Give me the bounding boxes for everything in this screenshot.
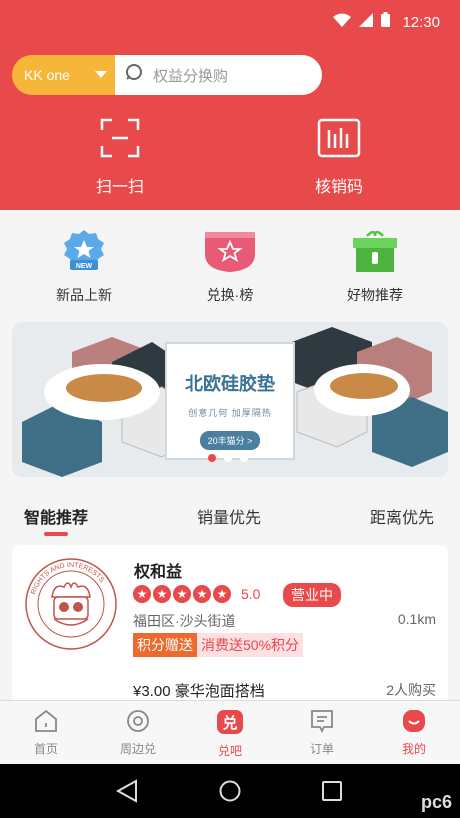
nav-label: 周边兑 [119,742,156,756]
carousel-dot[interactable] [208,454,216,462]
profile-icon [401,710,427,737]
rating-value: 5.0 [241,586,261,602]
carousel-dots [208,454,248,462]
store-logo: RIGHTS AND INTERESTS [24,557,118,651]
dui-icon: 兑 [216,710,244,739]
nav-orders[interactable]: 订单 [276,701,368,764]
search-row: KK one 权益分换购 [12,55,322,95]
nav-home[interactable]: 首页 [0,701,92,764]
scan-icon [100,118,140,162]
system-nav-bar [0,764,460,818]
banner-button[interactable]: 20丰猫分 > [199,431,261,450]
signal-icon [359,12,374,32]
banner-subtitle: 创意几何 加厚隔热 [188,408,272,418]
ranking-icon [203,232,257,278]
nav-label: 我的 [401,742,426,756]
tab-underline [44,532,68,536]
recents-icon[interactable] [322,781,342,806]
nav-label: 订单 [309,742,334,756]
nav-label: 兑吧 [217,744,242,758]
status-time: 12:30 [402,13,440,31]
quick-link-ranking[interactable]: 兑换·榜 [175,228,285,305]
city-label: KK one [24,67,70,83]
store-address: 福田区·沙头街道 [133,613,236,629]
deal-purchase-count: 2人购买 [386,682,436,698]
nav-nearby[interactable]: 周边兑 [92,701,184,764]
quick-link-label: 兑换·榜 [206,287,254,303]
caret-down-icon [95,71,107,78]
barcode-icon [317,118,361,162]
store-card[interactable]: RIGHTS AND INTERESTS 权和益 ★ ★ ★ ★ ★ 5.0 营… [12,545,448,705]
home-icon [33,709,59,737]
new-badge-text: NEW [76,263,93,270]
banner-card: 北欧硅胶垫 创意几何 加厚隔热 20丰猫分 > [165,342,295,460]
watermark: pc6 [420,792,452,812]
back-icon[interactable] [115,779,138,808]
order-icon [309,710,335,737]
quick-link-label: 新品上新 [56,287,112,303]
new-badge-icon: NEW [60,230,108,278]
search-icon [125,63,145,88]
dui-glyph: 兑 [222,714,237,732]
tag-points-rebate: 消费送50%积分 [197,633,304,657]
battery-icon [381,12,391,32]
verify-code-label: 核销码 [314,179,363,196]
scan-button[interactable]: 扫一扫 [65,118,175,197]
store-tags: 积分赠送 消费送50%积分 [133,633,304,657]
quick-link-new[interactable]: NEW 新品上新 [29,228,139,305]
search-placeholder: 权益分换购 [153,67,229,85]
home-circle-icon[interactable] [219,780,241,807]
deal-title[interactable]: ¥3.00 豪华泡面搭档 [133,680,265,701]
carousel-dot[interactable] [224,454,232,462]
nav-label: 首页 [33,742,58,756]
quick-link-label: 好物推荐 [347,287,403,303]
tag-points-gift: 积分赠送 [133,633,197,657]
scan-label: 扫一扫 [95,179,144,196]
tab-smart[interactable]: 智能推荐 [24,504,88,528]
gift-box-icon [351,230,399,278]
nav-profile[interactable]: 我的 [368,701,460,764]
banner-title: 北欧硅胶垫 [185,374,275,394]
tab-sales[interactable]: 销量优先 [197,504,261,528]
city-selector[interactable]: KK one [12,55,115,95]
verify-code-button[interactable]: 核销码 [284,118,394,197]
star-icon: ★ [193,585,211,603]
promo-banner[interactable]: 北欧硅胶垫 创意几何 加厚隔热 20丰猫分 > [12,322,448,477]
tab-distance[interactable]: 距离优先 [370,504,434,528]
rating-stars: ★ ★ ★ ★ ★ 5.0 [133,585,260,603]
store-name: 权和益 [134,564,183,581]
wifi-icon [333,13,352,32]
search-input[interactable]: 权益分换购 [115,55,322,95]
carousel-dot[interactable] [240,454,248,462]
star-icon: ★ [133,585,151,603]
store-distance: 0.1km [397,611,436,627]
nav-dui[interactable]: 兑 兑吧 [184,701,276,764]
star-icon: ★ [173,585,191,603]
nearby-icon [125,710,151,737]
star-icon: ★ [153,585,171,603]
bottom-nav: 首页 周边兑 兑 兑吧 订单 我的 [0,700,460,764]
star-icon: ★ [213,585,231,603]
status-bar: 12:30 [0,0,460,44]
status-badge: 营业中 [283,583,341,607]
sort-tabs: 智能推荐 销量优先 距离优先 [0,504,460,538]
quick-link-recommend[interactable]: 好物推荐 [320,228,430,305]
